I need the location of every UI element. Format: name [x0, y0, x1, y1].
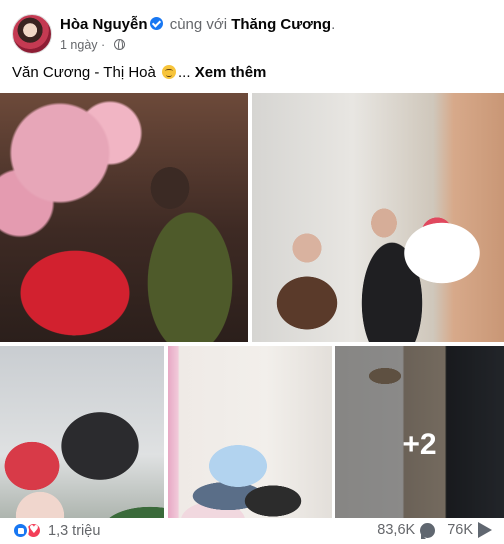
smile-emoji-icon [162, 65, 177, 79]
tagged-user[interactable]: Thăng Cương [231, 16, 331, 33]
author-avatar[interactable] [12, 14, 52, 54]
post-caption: Văn Cương - Thị Hoà [12, 64, 156, 81]
photo-2[interactable] [252, 93, 504, 342]
post-time[interactable]: 1 ngày [60, 38, 98, 52]
globe-icon[interactable] [113, 39, 125, 50]
post-footer: 1,3 triệu 83,6K 76K [0, 518, 504, 544]
author-line: Hòa Nguyễn cùng với Thăng Cương. [60, 16, 335, 33]
meta-separator: · [101, 38, 106, 52]
photo-5[interactable]: +2 [335, 346, 504, 544]
with-text: cùng với [169, 16, 228, 33]
photo-4[interactable] [168, 346, 332, 544]
post-text: Văn Cương - Thị Hoà ... Xem thêm [12, 64, 266, 81]
post-meta: 1 ngày · [60, 38, 125, 52]
comment-count[interactable]: 83,6K [377, 522, 415, 538]
share-icon [478, 522, 492, 538]
share-count[interactable]: 76K [447, 522, 473, 538]
more-photos-count: +2 [402, 428, 437, 461]
author-name[interactable]: Hòa Nguyễn [60, 16, 148, 33]
reactions-summary[interactable]: 1,3 triệu [12, 522, 100, 539]
photo-1[interactable] [0, 93, 248, 342]
like-reaction-icon [12, 522, 29, 539]
verified-badge-icon [149, 17, 163, 30]
period: . [331, 16, 336, 33]
reaction-count[interactable]: 1,3 triệu [48, 523, 100, 539]
more-photos-overlay[interactable]: +2 [335, 346, 504, 544]
post-header: Hòa Nguyễn cùng với Thăng Cương. 1 ngày … [12, 10, 492, 58]
post-ellipsis: ... [178, 64, 191, 81]
comment-icon [420, 522, 436, 539]
engagement-counts: 83,6K 76K [377, 522, 492, 539]
see-more-link[interactable]: Xem thêm [195, 64, 267, 81]
photo-3[interactable] [0, 346, 164, 544]
